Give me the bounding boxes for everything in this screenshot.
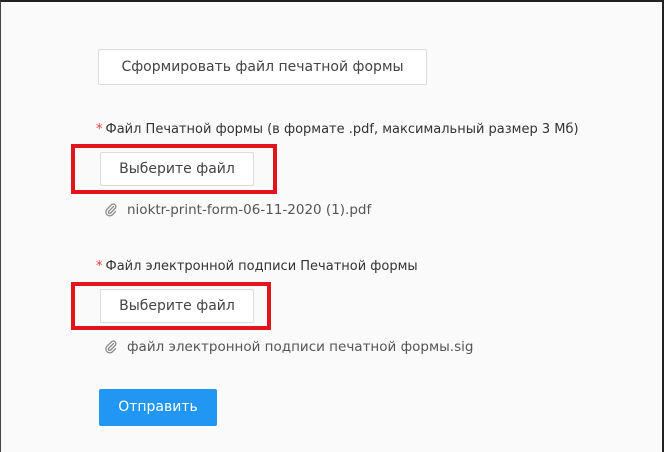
- form-panel: Сформировать файл печатной формы * Файл П…: [0, 0, 664, 452]
- attached-print-form-file[interactable]: nioktr-print-form-06-11-2020 (1).pdf: [105, 202, 371, 218]
- signature-file-label: * Файл электронной подписи Печатной формы: [96, 259, 418, 274]
- required-mark: *: [96, 259, 103, 274]
- required-mark: *: [96, 122, 103, 137]
- highlight-frame: [71, 282, 271, 330]
- signature-file-label-text: Файл электронной подписи Печатной формы: [105, 259, 418, 274]
- paperclip-icon: [105, 203, 117, 217]
- highlight-frame: [71, 144, 277, 194]
- paperclip-icon: [105, 340, 117, 354]
- submit-button[interactable]: Отправить: [99, 389, 217, 426]
- generate-print-form-button[interactable]: Сформировать файл печатной формы: [98, 49, 427, 85]
- print-form-file-label-text: Файл Печатной формы (в формате .pdf, мак…: [105, 122, 579, 137]
- attached-print-form-file-name[interactable]: nioktr-print-form-06-11-2020 (1).pdf: [127, 202, 371, 218]
- attached-signature-file-name[interactable]: файл электронной подписи печатной формы.…: [127, 339, 473, 355]
- print-form-file-label: * Файл Печатной формы (в формате .pdf, ма…: [96, 122, 579, 137]
- attached-signature-file[interactable]: файл электронной подписи печатной формы.…: [105, 339, 473, 355]
